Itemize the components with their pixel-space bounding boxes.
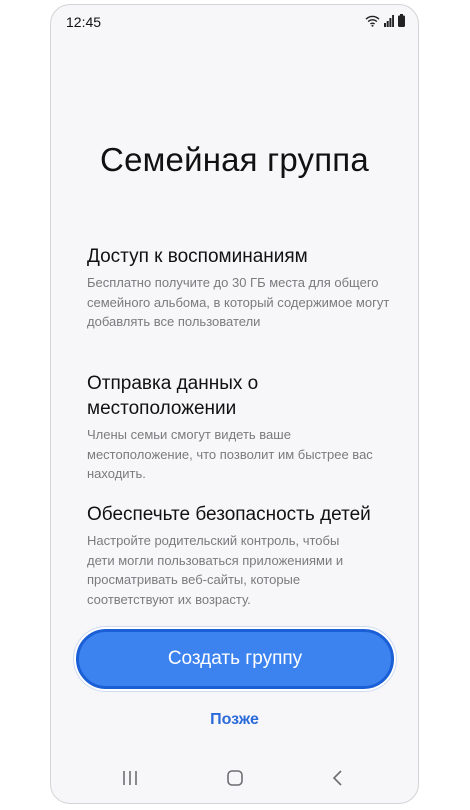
status-bar: 12:45: [51, 5, 418, 37]
section-heading: Доступ к воспоминаниям: [87, 246, 308, 267]
section-memories: Доступ к воспоминаниям Бесплатно получит…: [87, 244, 397, 332]
home-icon[interactable]: [222, 765, 248, 791]
section-text: Бесплатно получите до 30 ГБ места для об…: [87, 275, 390, 329]
section-heading: Обеспечьте безопасность детей: [87, 504, 371, 525]
back-icon[interactable]: [325, 765, 351, 791]
create-group-button[interactable]: Создать группу: [76, 629, 394, 689]
wifi-icon: [365, 14, 380, 32]
status-icons: [365, 14, 405, 32]
section-text: Настройте родительский контроль, чтобы д…: [87, 533, 344, 607]
page-title: Семейная группа: [100, 141, 369, 178]
section-text: Члены семьи смогут видеть ваше местополо…: [87, 427, 373, 481]
signal-icon: [384, 14, 394, 32]
battery-icon: [398, 14, 405, 32]
later-button[interactable]: Позже: [51, 711, 418, 729]
section-heading: Отправка данных о местоположении: [87, 373, 259, 419]
recent-apps-icon[interactable]: [117, 765, 143, 791]
phone-screen: 12:45 Семейная группа Доступ к воспомина…: [50, 4, 419, 804]
status-time: 12:45: [66, 14, 102, 30]
section-location: Отправка данных о местоположении Члены с…: [87, 371, 397, 484]
navigation-bar: [51, 753, 418, 803]
section-child-safety: Обеспечьте безопасность детей Настройте …: [87, 502, 397, 609]
